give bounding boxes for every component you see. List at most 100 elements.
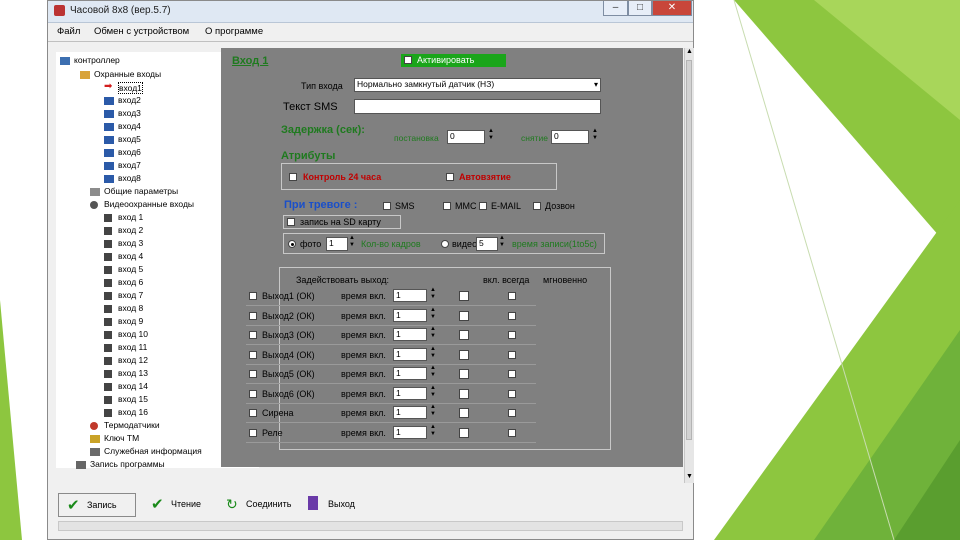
activate-checkbox[interactable] bbox=[404, 56, 412, 64]
slide-left-accent bbox=[0, 300, 22, 540]
on-guard-spinner[interactable] bbox=[487, 128, 496, 142]
video-spinner[interactable] bbox=[498, 235, 507, 249]
control24-checkbox[interactable] bbox=[289, 173, 297, 181]
media-frame: фото 1 Кол-во кадров видео 5 время запис… bbox=[283, 233, 605, 254]
menu-about[interactable]: О программе bbox=[205, 26, 263, 37]
output-time-input[interactable]: 1 bbox=[393, 328, 427, 341]
output-always-checkbox[interactable] bbox=[459, 349, 469, 360]
output-time-spinner[interactable] bbox=[429, 307, 438, 321]
output-row: Выход5 (ОК) время вкл. 1 bbox=[246, 364, 536, 384]
alarm-option-checkbox[interactable] bbox=[479, 202, 487, 210]
output-time-spinner[interactable] bbox=[429, 326, 438, 340]
output-time-spinner[interactable] bbox=[429, 365, 438, 379]
output-time-input[interactable]: 1 bbox=[393, 367, 427, 380]
exit-button[interactable]: Выход bbox=[300, 493, 355, 517]
activate-box[interactable]: Активировать bbox=[401, 54, 506, 67]
chevron-down-icon[interactable]: ▾ bbox=[594, 79, 598, 90]
output-always-checkbox[interactable] bbox=[459, 388, 469, 399]
speaker-icon bbox=[104, 331, 112, 339]
output-time-input[interactable]: 1 bbox=[393, 308, 427, 322]
on-guard-input[interactable]: 0 bbox=[447, 130, 485, 144]
output-time-input[interactable]: 1 bbox=[393, 347, 427, 361]
frames-label: Кол-во кадров bbox=[361, 239, 421, 249]
output-enable-checkbox[interactable] bbox=[249, 292, 257, 300]
video-radio[interactable] bbox=[441, 240, 449, 248]
input-icon bbox=[104, 175, 114, 183]
connect-button[interactable]: ↻ Соединить bbox=[218, 493, 293, 517]
read-button[interactable]: ✔ Чтение bbox=[143, 493, 213, 517]
output-time-input[interactable]: 1 bbox=[393, 406, 427, 419]
output-enable-checkbox[interactable] bbox=[249, 331, 257, 339]
status-bar bbox=[58, 521, 683, 531]
scroll-up-arrow-icon[interactable]: ▲ bbox=[686, 48, 693, 55]
folder-icon bbox=[80, 71, 90, 79]
scroll-thumb[interactable] bbox=[686, 60, 692, 440]
output-always-checkbox[interactable] bbox=[459, 408, 469, 418]
alarm-option-checkbox[interactable] bbox=[443, 202, 451, 210]
output-always-checkbox[interactable] bbox=[459, 310, 469, 321]
output-time-input[interactable]: 1 bbox=[393, 289, 427, 302]
output-time-spinner[interactable] bbox=[429, 404, 438, 418]
output-row: Сирена время вкл. 1 bbox=[246, 403, 536, 423]
input-icon bbox=[104, 162, 114, 170]
output-always-checkbox[interactable] bbox=[459, 291, 469, 301]
output-instant-checkbox[interactable] bbox=[508, 311, 516, 320]
photo-input[interactable]: 1 bbox=[326, 237, 348, 251]
output-always-checkbox[interactable] bbox=[459, 369, 469, 379]
menu-file[interactable]: Файл bbox=[57, 26, 80, 37]
output-name: Выход3 (ОК) bbox=[262, 330, 315, 340]
vertical-scrollbar[interactable]: ▲ ▼ bbox=[684, 48, 694, 483]
output-name: Выход4 (ОК) bbox=[262, 349, 315, 360]
output-instant-checkbox[interactable] bbox=[508, 370, 516, 378]
close-button[interactable]: ✕ bbox=[652, 1, 692, 16]
output-time-spinner[interactable] bbox=[429, 424, 438, 438]
output-time-spinner[interactable] bbox=[429, 346, 438, 360]
output-name: Выход1 (ОК) bbox=[262, 291, 315, 301]
photo-spinner[interactable] bbox=[348, 235, 357, 249]
output-time-input[interactable]: 1 bbox=[393, 386, 427, 400]
removal-input[interactable]: 0 bbox=[551, 130, 589, 144]
output-instant-checkbox[interactable] bbox=[508, 428, 516, 437]
output-time-spinner[interactable] bbox=[429, 287, 438, 301]
thermometer-icon bbox=[90, 422, 98, 430]
slide-decoration bbox=[714, 0, 960, 540]
output-instant-checkbox[interactable] bbox=[508, 409, 516, 417]
type-select[interactable]: Нормально замкнутый датчик (НЗ) ▾ bbox=[354, 78, 601, 92]
output-always-checkbox[interactable] bbox=[459, 427, 469, 438]
output-enable-checkbox[interactable] bbox=[249, 311, 257, 320]
output-enable-checkbox[interactable] bbox=[249, 428, 257, 437]
app-icon bbox=[54, 5, 65, 16]
speaker-icon bbox=[104, 253, 112, 261]
minimize-button[interactable]: – bbox=[603, 1, 628, 16]
output-name: Выход6 (ОК) bbox=[262, 388, 315, 399]
removal-spinner[interactable] bbox=[591, 128, 600, 142]
scroll-down-arrow-icon[interactable]: ▼ bbox=[686, 473, 693, 480]
output-name: Выход2 (ОК) bbox=[262, 310, 315, 321]
output-time-input[interactable]: 1 bbox=[393, 425, 427, 439]
sd-frame: запись на SD карту bbox=[283, 215, 401, 229]
video-label: видео bbox=[452, 239, 478, 249]
video-input[interactable]: 5 bbox=[476, 237, 498, 251]
output-enable-checkbox[interactable] bbox=[249, 409, 257, 417]
write-button[interactable]: ✔ Запись bbox=[58, 493, 136, 517]
output-enable-checkbox[interactable] bbox=[249, 350, 257, 359]
output-enable-checkbox[interactable] bbox=[249, 389, 257, 398]
menu-exchange[interactable]: Обмен с устройством bbox=[94, 26, 189, 37]
output-instant-checkbox[interactable] bbox=[508, 389, 516, 398]
sms-input[interactable] bbox=[354, 99, 601, 114]
output-always-checkbox[interactable] bbox=[459, 330, 469, 340]
alarm-option-checkbox[interactable] bbox=[383, 202, 391, 210]
alarm-option-checkbox[interactable] bbox=[533, 202, 541, 210]
input-title: Вход 1 bbox=[232, 55, 269, 67]
output-row: Выход6 (ОК) время вкл. 1 bbox=[246, 384, 536, 404]
output-instant-checkbox[interactable] bbox=[508, 350, 516, 359]
output-time-spinner[interactable] bbox=[429, 385, 438, 399]
sd-checkbox[interactable] bbox=[287, 218, 295, 226]
output-instant-checkbox[interactable] bbox=[508, 331, 516, 339]
output-instant-checkbox[interactable] bbox=[508, 292, 516, 300]
maximize-button[interactable]: □ bbox=[628, 1, 652, 16]
type-label: Тип входа bbox=[301, 81, 343, 91]
output-enable-checkbox[interactable] bbox=[249, 370, 257, 378]
autotake-checkbox[interactable] bbox=[446, 173, 454, 181]
sd-label: запись на SD карту bbox=[300, 217, 381, 227]
